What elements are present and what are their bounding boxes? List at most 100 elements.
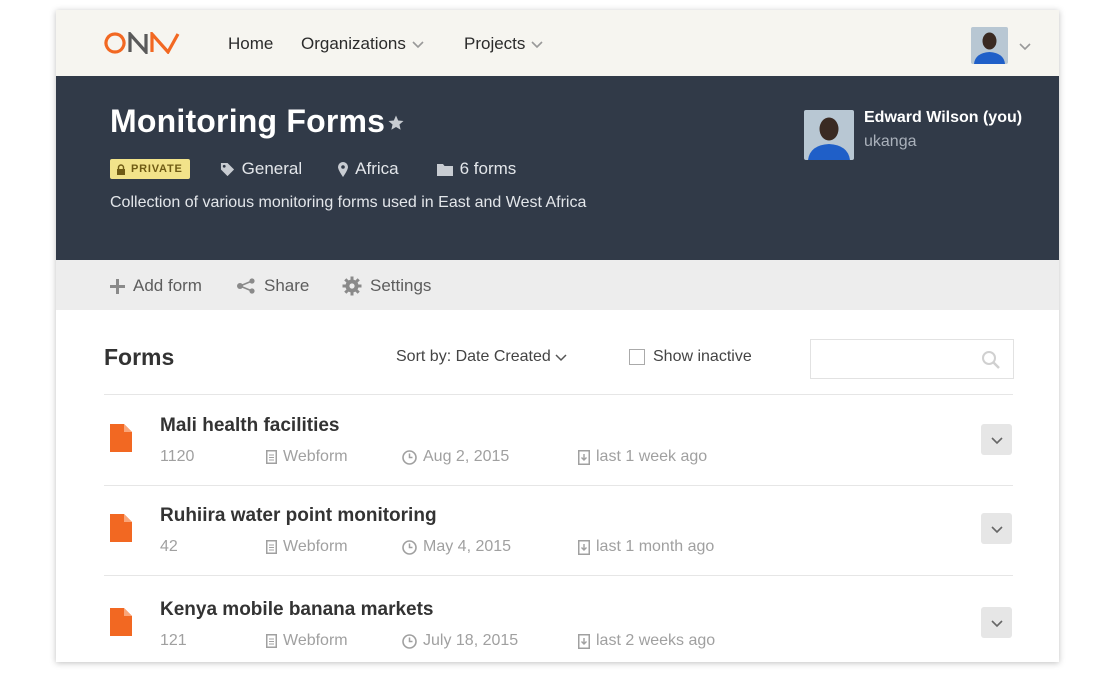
location-pin-icon [338,161,349,177]
form-submissions-count: 42 [160,538,178,555]
form-file-icon [110,608,132,636]
user-avatar[interactable] [971,27,1008,64]
app-window: Home Organizations Projects Monitoring F… [56,10,1059,662]
project-form-count-label: 6 forms [459,159,517,178]
form-actions-button[interactable] [981,607,1012,638]
user-menu-chevron-icon[interactable] [1018,40,1032,52]
project-category: General [220,159,302,179]
form-date-label: May 4, 2015 [423,538,512,555]
share-label: Share [264,276,310,295]
form-file-icon [110,514,132,542]
form-name[interactable]: Mali health facilities [160,415,340,437]
form-date: Aug 2, 2015 [402,448,509,466]
document-icon [266,540,277,554]
form-type-label: Webform [283,632,348,649]
search-input[interactable] [811,340,971,378]
project-category-label: General [241,159,303,178]
submission-icon [578,633,590,649]
project-description: Collection of various monitoring forms u… [110,194,587,211]
project-meta: PRIVATE General Africa 6 forms [110,158,516,180]
form-type: Webform [266,538,348,556]
nav-home[interactable]: Home [228,34,273,54]
avatar-image [971,27,1008,64]
settings-label: Settings [370,276,432,295]
form-submissions-count: 121 [160,632,187,649]
plus-icon [110,278,125,294]
settings-button[interactable]: Settings [342,276,431,296]
form-submissions: 1120 [160,448,194,466]
gear-icon [342,276,362,296]
share-button[interactable]: Share [236,276,309,296]
forms-heading: Forms [104,344,175,370]
form-name[interactable]: Ruhiira water point monitoring [160,505,437,527]
privacy-badge-label: PRIVATE [131,163,183,175]
form-name[interactable]: Kenya mobile banana markets [160,599,434,621]
form-actions-button[interactable] [981,424,1012,455]
share-icon [237,278,255,294]
form-row[interactable]: Mali health facilities 1120 Webform Aug … [104,395,1013,485]
form-type-label: Webform [283,448,348,465]
owner-avatar-image [804,110,854,160]
chevron-down-icon [555,354,567,362]
form-submissions: 42 [160,538,178,556]
sort-label: Sort by: Date Created [396,348,551,365]
chevron-down-icon [531,41,543,49]
owner-username: ukanga [864,133,917,150]
page-title: Monitoring Forms [110,103,386,139]
form-date: May 4, 2015 [402,538,511,556]
document-icon [266,634,277,648]
document-icon [266,450,277,464]
sort-dropdown[interactable]: Sort by: Date Created [396,348,567,366]
nav-projects-label: Projects [464,34,526,53]
star-icon[interactable] [387,114,405,132]
add-form-label: Add form [133,276,202,295]
nav-organizations-label: Organizations [301,34,406,53]
nav-projects[interactable]: Projects [464,34,543,54]
nav-home-label: Home [228,34,274,53]
form-row[interactable]: Ruhiira water point monitoring 42 Webfor… [104,486,1013,576]
privacy-badge: PRIVATE [110,159,190,179]
clock-icon [402,633,417,649]
show-inactive-toggle[interactable]: Show inactive [629,348,752,366]
clock-icon [402,449,417,465]
form-last-submission: last 1 month ago [578,538,714,556]
form-date-label: July 18, 2015 [423,632,519,649]
form-submissions: 121 [160,632,187,650]
submission-icon [578,449,590,465]
form-file-icon [110,424,132,452]
owner-avatar[interactable] [804,110,854,160]
project-location-label: Africa [355,159,399,178]
chevron-down-icon [990,525,1003,533]
search-box [810,339,1014,379]
show-inactive-checkbox[interactable] [629,349,645,365]
form-actions-button[interactable] [981,513,1012,544]
submission-icon [578,539,590,555]
chevron-down-icon [990,619,1003,627]
ona-logo[interactable] [104,32,180,54]
project-header: Monitoring Forms PRIVATE General Africa … [56,76,1059,260]
form-row[interactable]: Kenya mobile banana markets 121 Webform … [104,576,1013,662]
form-submissions-count: 1120 [160,448,195,465]
folder-icon [436,163,453,176]
nav-organizations[interactable]: Organizations [301,34,424,54]
project-toolbar: Add form Share Settings [56,260,1059,310]
project-form-count: 6 forms [436,159,517,179]
form-last-label: last 1 month ago [596,538,715,555]
form-last-submission: last 2 weeks ago [578,632,715,650]
project-location: Africa [338,159,399,179]
add-form-button[interactable]: Add form [110,276,202,296]
clock-icon [402,539,417,555]
chevron-down-icon [990,436,1003,444]
form-last-submission: last 1 week ago [578,448,707,466]
form-type-label: Webform [283,538,348,555]
form-date-label: Aug 2, 2015 [423,448,510,465]
form-last-label: last 1 week ago [596,448,708,465]
form-date: July 18, 2015 [402,632,518,650]
form-type: Webform [266,632,348,650]
top-nav: Home Organizations Projects [56,10,1059,76]
lock-icon [117,163,125,175]
owner-name[interactable]: Edward Wilson (you) [864,109,1022,127]
form-type: Webform [266,448,348,466]
tag-icon [220,162,234,176]
search-icon[interactable] [981,350,1001,370]
